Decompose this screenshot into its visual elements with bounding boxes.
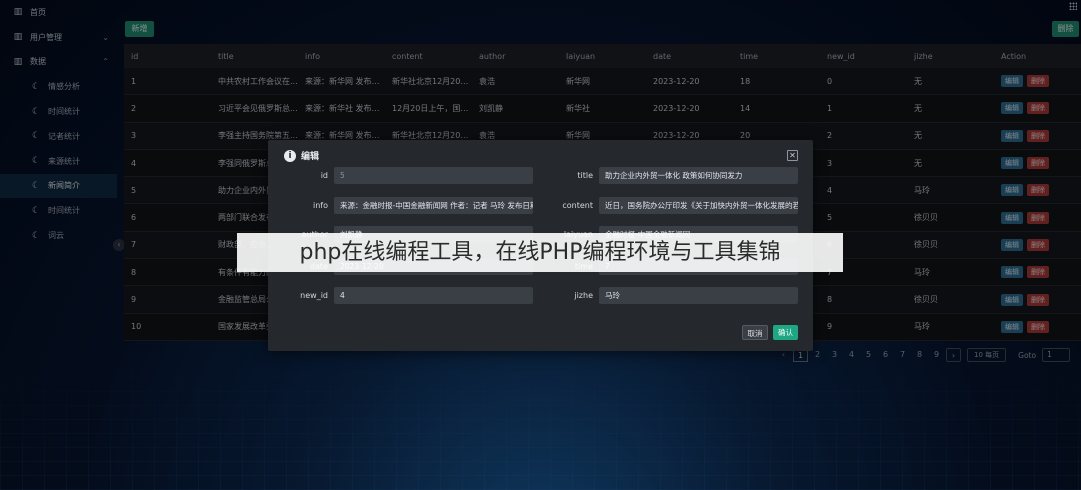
new-id-input[interactable]: 4 bbox=[334, 287, 533, 304]
title-input[interactable]: 助力企业内外贸一体化 政策如何协同发力 bbox=[599, 167, 798, 184]
field-label: jizhe bbox=[574, 291, 593, 300]
field-id: id 5 bbox=[268, 167, 533, 184]
field-label: title bbox=[577, 171, 593, 180]
modal-title: i 编辑 bbox=[284, 149, 319, 162]
field-new-id: new_id 4 bbox=[268, 287, 533, 304]
cancel-button[interactable]: 取消 bbox=[742, 325, 768, 340]
field-label: info bbox=[312, 201, 328, 210]
field-jizhe: jizhe 马玲 bbox=[533, 287, 798, 304]
field-content: content 近日，国务院办公厅印发《关于加快内外贸一体化发展的若 bbox=[533, 197, 798, 214]
confirm-button[interactable]: 确认 bbox=[773, 325, 798, 340]
field-info: info 来源：金融时报-中国金融新闻网 作者：记者 马玲 发布日期 bbox=[268, 197, 533, 214]
jizhe-input[interactable]: 马玲 bbox=[599, 287, 798, 304]
field-title: title 助力企业内外贸一体化 政策如何协同发力 bbox=[533, 167, 798, 184]
watermark-banner: php在线编程工具，在线PHP编程环境与工具集锦 bbox=[237, 233, 843, 272]
info-input[interactable]: 来源：金融时报-中国金融新闻网 作者：记者 马玲 发布日期 bbox=[334, 197, 533, 214]
content-input[interactable]: 近日，国务院办公厅印发《关于加快内外贸一体化发展的若 bbox=[599, 197, 798, 214]
close-icon[interactable]: ✕ bbox=[787, 150, 798, 161]
info-icon: i bbox=[284, 149, 296, 162]
field-label: content bbox=[562, 201, 593, 210]
field-label: new_id bbox=[300, 291, 328, 300]
field-label: id bbox=[320, 171, 328, 180]
id-input[interactable]: 5 bbox=[334, 167, 533, 184]
